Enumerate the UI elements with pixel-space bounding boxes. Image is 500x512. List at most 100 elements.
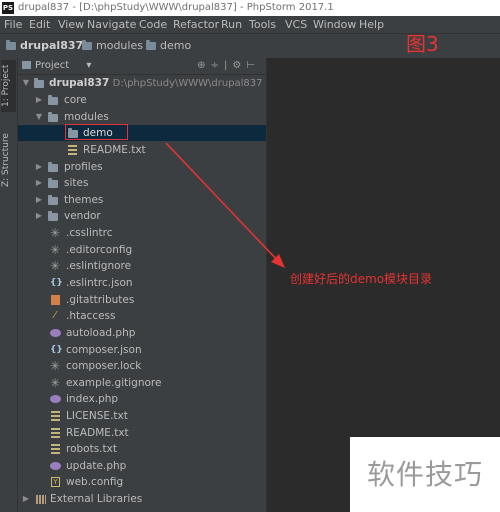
folder-icon — [48, 95, 58, 105]
tree-item-readme-root[interactable]: README.txt — [18, 425, 266, 441]
tree-root[interactable]: ▼ drupal837 D:\phpStudy\WWW\drupal837 — [18, 75, 266, 91]
tree-root-path: D:\phpStudy\WWW\drupal837 — [112, 78, 263, 89]
tree-item-profiles[interactable]: ▶ profiles — [18, 159, 266, 175]
tree-item-autoload-php[interactable]: autoload.php — [18, 325, 266, 341]
config-file-icon: ✳ — [50, 243, 61, 257]
folder-icon — [48, 162, 58, 172]
tree-item-csslintrc[interactable]: ✳ .csslintrc — [18, 225, 266, 241]
figure-label: 图3 — [406, 32, 439, 56]
gear-icon[interactable]: ⚙ — [232, 60, 246, 71]
chevron-right-icon[interactable]: ▶ — [34, 92, 44, 108]
config-file-icon: ✳ — [50, 376, 61, 390]
tree-item-composer-lock[interactable]: ✳ composer.lock — [18, 358, 266, 374]
folder-icon — [48, 195, 58, 205]
hide-icon[interactable]: ⊢ — [246, 60, 260, 71]
config-file-icon: ✳ — [50, 359, 61, 373]
tree-item-sites[interactable]: ▶ sites — [18, 175, 266, 191]
tree-item-label: README.txt — [83, 144, 146, 156]
folder-icon — [22, 61, 31, 69]
project-view-dropdown[interactable]: Project ▾ — [22, 58, 91, 74]
menu-help[interactable]: Help — [359, 16, 384, 33]
tree-item-core[interactable]: ▶ core — [18, 92, 266, 108]
tree-item-label: .editorconfig — [66, 244, 133, 256]
folder-icon — [48, 211, 58, 221]
tree-item-license[interactable]: LICENSE.txt — [18, 408, 266, 424]
tab-project[interactable]: 1: Project — [1, 60, 16, 112]
menu-tools[interactable]: Tools — [249, 16, 276, 33]
tree-item-label: index.php — [66, 393, 119, 405]
config-file-icon: ✳ — [50, 259, 61, 273]
chevron-right-icon[interactable]: ▶ — [34, 192, 44, 208]
menu-window[interactable]: Window — [313, 16, 356, 33]
tree-item-external-libraries[interactable]: ▶ External Libraries — [18, 491, 266, 507]
menu-code[interactable]: Code — [139, 16, 167, 33]
tree-item-label: .htaccess — [66, 310, 116, 322]
tree-item-eslintrc-json[interactable]: {} .eslintrc.json — [18, 275, 266, 291]
tree-item-robots[interactable]: robots.txt — [18, 441, 266, 457]
chevron-right-icon[interactable]: ▶ — [34, 159, 44, 175]
watermark: 软件技巧 — [350, 437, 500, 512]
chevron-down-icon[interactable]: ▼ — [34, 109, 44, 125]
tree-item-label: core — [64, 94, 87, 106]
tree-item-index-php[interactable]: index.php — [18, 391, 266, 407]
tree-item-label: demo — [83, 127, 113, 139]
json-file-icon: {} — [50, 345, 63, 355]
chevron-down-icon[interactable]: ▼ — [21, 75, 31, 91]
tree-item-label: example.gitignore — [66, 377, 162, 389]
menu-edit[interactable]: Edit — [29, 16, 50, 33]
tree-item-label: README.txt — [66, 427, 129, 439]
tree-item-label: .eslintignore — [66, 260, 132, 272]
tree-item-label: composer.lock — [66, 360, 142, 372]
title-bar: PS drupal837 - [D:\phpStudy\WWW\drupal83… — [0, 0, 500, 16]
breadcrumb-item-modules[interactable]: modules — [82, 34, 143, 58]
folder-icon — [48, 178, 58, 188]
php-file-icon — [50, 329, 61, 337]
project-panel-header: Project ▾ ⊕÷|⚙⊢ — [18, 58, 266, 75]
breadcrumb-item-demo[interactable]: demo — [146, 34, 191, 58]
tree-item-label: vendor — [64, 210, 101, 222]
annotation-text: 创建好后的demo模块目录 — [290, 272, 433, 286]
tree-item-modules[interactable]: ▼ modules — [18, 109, 266, 125]
tree-item-example-gitignore[interactable]: ✳ example.gitignore — [18, 375, 266, 391]
tree-item-composer-json[interactable]: {} composer.json — [18, 342, 266, 358]
menu-navigate[interactable]: Navigate — [87, 16, 136, 33]
menu-file[interactable]: File — [4, 16, 22, 33]
tree-item-htaccess[interactable]: ⁄ .htaccess — [18, 308, 266, 324]
folder-icon — [68, 128, 78, 138]
tree-item-label: modules — [64, 111, 109, 123]
split-icon[interactable]: ÷ — [211, 60, 224, 71]
text-file-icon — [51, 428, 60, 438]
tree-item-demo[interactable]: demo — [18, 125, 266, 141]
folder-icon — [146, 40, 156, 50]
text-file-icon — [68, 145, 77, 155]
menu-run[interactable]: Run — [221, 16, 242, 33]
menu-vcs[interactable]: VCS — [285, 16, 307, 33]
text-file-icon — [51, 444, 60, 454]
tree-item-eslintignore[interactable]: ✳ .eslintignore — [18, 258, 266, 274]
tree-item-label: .csslintrc — [66, 227, 113, 239]
window-title: drupal837 - [D:\phpStudy\WWW\drupal837] … — [18, 2, 334, 13]
tree-item-editorconfig[interactable]: ✳ .editorconfig — [18, 242, 266, 258]
tree-item-readme[interactable]: README.txt — [18, 142, 266, 158]
tree-item-label: sites — [64, 177, 89, 189]
chevron-right-icon[interactable]: ▶ — [21, 491, 31, 507]
php-file-icon — [50, 395, 61, 403]
menu-view[interactable]: View — [58, 16, 84, 33]
globe-icon[interactable]: ⊕ — [197, 60, 210, 71]
git-file-icon — [51, 295, 60, 305]
breadcrumb-item-drupal837[interactable]: drupal837 — [6, 34, 83, 58]
phpstorm-logo-icon: PS — [2, 2, 14, 14]
tree-item-vendor[interactable]: ▶ vendor — [18, 208, 266, 224]
tab-structure[interactable]: Z: Structure — [1, 128, 16, 192]
tree-item-label: robots.txt — [66, 443, 117, 455]
tree-item-gitattributes[interactable]: .gitattributes — [18, 292, 266, 308]
chevron-right-icon[interactable]: ▶ — [34, 208, 44, 224]
tree-item-update-php[interactable]: update.php — [18, 458, 266, 474]
menu-refactor[interactable]: Refactor — [173, 16, 219, 33]
chevron-right-icon[interactable]: ▶ — [34, 175, 44, 191]
text-file-icon — [51, 411, 60, 421]
tree-item-themes[interactable]: ▶ themes — [18, 192, 266, 208]
folder-icon — [48, 112, 58, 122]
chevron-down-icon: ▾ — [86, 60, 92, 71]
tree-item-web-config[interactable]: Y web.config — [18, 474, 266, 490]
